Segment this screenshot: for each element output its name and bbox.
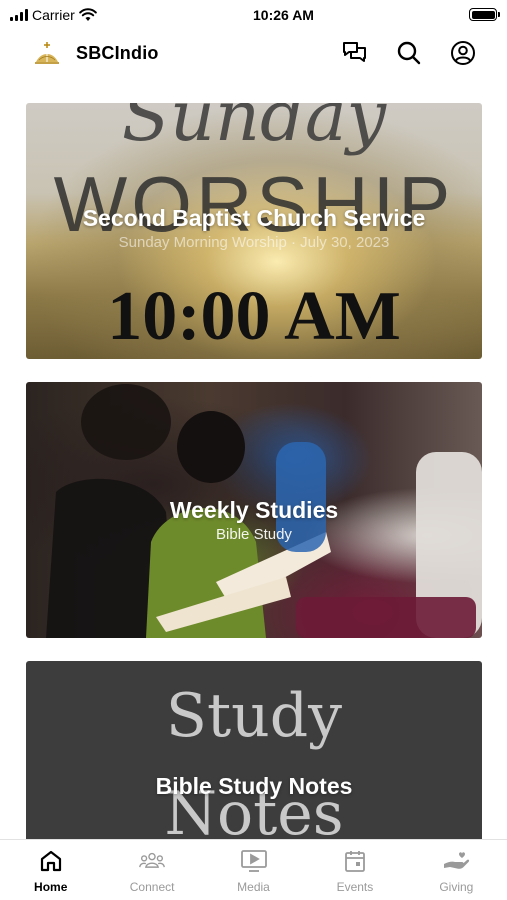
tab-connect[interactable]: Connect: [101, 840, 202, 900]
home-icon: [37, 847, 65, 875]
card-subtitle: Sunday Morning Worship · July 30, 2023: [118, 234, 390, 251]
giving-icon: [442, 847, 470, 875]
tab-home[interactable]: Home: [0, 840, 101, 900]
people-icon: [138, 847, 166, 875]
logo-icon[interactable]: [32, 38, 62, 68]
wifi-icon: [78, 8, 97, 21]
card-overlay: Second Baptist Church Service Sunday Mor…: [26, 103, 482, 359]
tab-label: Events: [336, 880, 374, 894]
battery-icon: [469, 8, 500, 21]
media-icon: [240, 847, 268, 875]
tab-events[interactable]: Events: [304, 840, 405, 900]
chat-icon[interactable]: [341, 39, 369, 67]
app-title: SBCIndio: [76, 42, 159, 63]
tab-label: Media: [237, 880, 270, 894]
card-title: Weekly Studies: [169, 497, 339, 523]
signal-icon: [10, 9, 28, 21]
tab-label: Connect: [129, 880, 175, 894]
card-title: Bible Study Notes: [155, 773, 353, 799]
carrier-label: Carrier: [32, 7, 75, 23]
search-icon[interactable]: [395, 39, 423, 67]
header-actions: [341, 39, 477, 67]
app-header: SBCIndio: [0, 30, 507, 76]
tab-giving[interactable]: Giving: [406, 840, 507, 900]
status-time: 10:26 AM: [253, 7, 314, 23]
tab-media[interactable]: Media: [203, 840, 304, 900]
status-bar: Carrier 10:26 AM: [0, 0, 507, 30]
tab-label: Home: [34, 880, 68, 894]
card-title: Second Baptist Church Service: [82, 205, 426, 231]
content-feed: Sunday WORSHIP 10:00 AM Second Baptist C…: [26, 103, 482, 900]
profile-icon[interactable]: [449, 39, 477, 67]
tab-bar: Home Connect Media Events Giving: [0, 839, 507, 900]
status-left: Carrier: [10, 7, 180, 23]
calendar-icon: [341, 847, 369, 875]
card-subtitle: Bible Study: [216, 526, 292, 543]
card-overlay: Weekly Studies Bible Study: [26, 382, 482, 638]
feed-card-weekly-studies[interactable]: Weekly Studies Bible Study: [26, 382, 482, 638]
tab-label: Giving: [439, 880, 474, 894]
feed-card-service[interactable]: Sunday WORSHIP 10:00 AM Second Baptist C…: [26, 103, 482, 359]
